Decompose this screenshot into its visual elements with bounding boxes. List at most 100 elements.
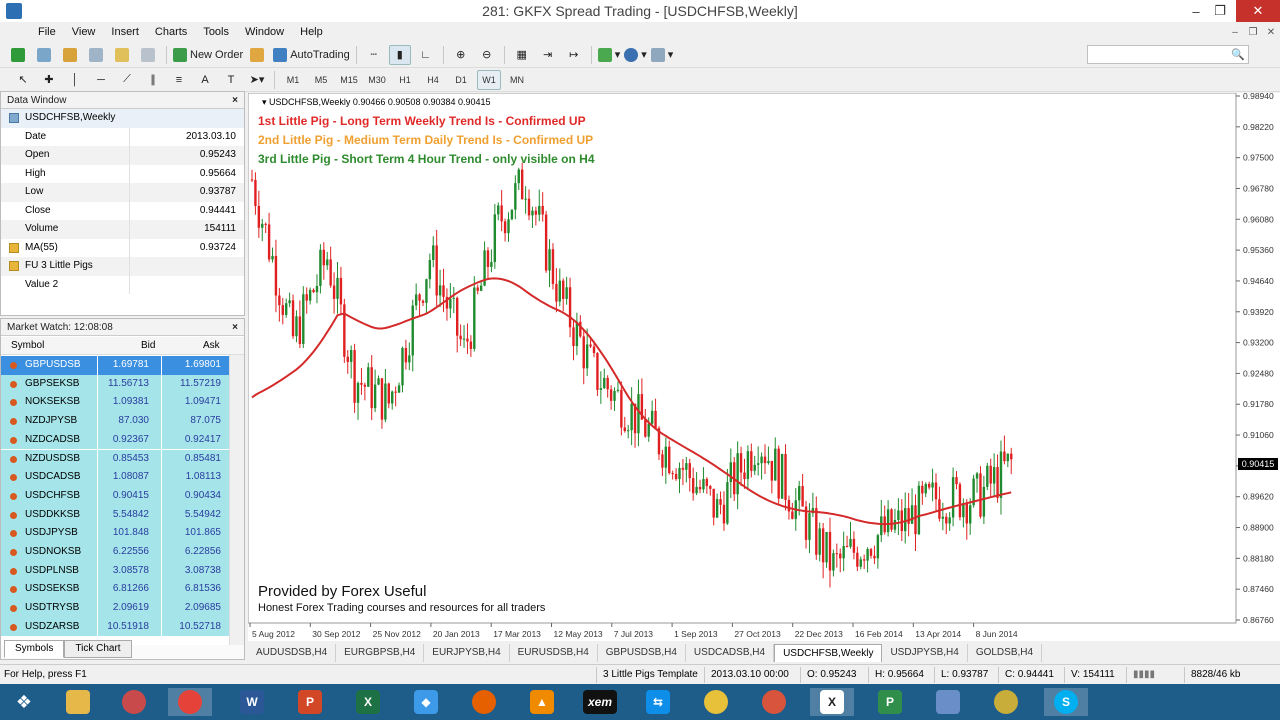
- paint-icon[interactable]: [112, 688, 156, 716]
- chart-tab[interactable]: GOLDSB,H4: [968, 643, 1043, 662]
- excel-icon[interactable]: X: [346, 688, 390, 716]
- timeframe-m15[interactable]: M15: [337, 70, 361, 90]
- market-watch-row[interactable]: USDCHFSB 0.90415 0.90434: [1, 486, 229, 506]
- xem-icon[interactable]: xem: [578, 688, 622, 716]
- channel-icon[interactable]: ∥: [142, 70, 164, 90]
- horizontal-line-icon[interactable]: ─: [90, 70, 112, 90]
- timeframe-m30[interactable]: M30: [365, 70, 389, 90]
- data-window-button[interactable]: [86, 45, 108, 65]
- market-watch-row[interactable]: NZDCADSB 0.92367 0.92417: [1, 430, 229, 450]
- label-icon[interactable]: T: [220, 70, 242, 90]
- vertical-line-icon[interactable]: │: [64, 70, 86, 90]
- menu-tools[interactable]: Tools: [195, 26, 237, 38]
- market-watch-scrollbar[interactable]: [229, 355, 244, 645]
- column-ask[interactable]: Ask: [203, 337, 220, 355]
- market-watch-row[interactable]: GBPSEKSB 11.56713 11.57219: [1, 374, 229, 394]
- timeframe-h4[interactable]: H4: [421, 70, 445, 90]
- chart-tab[interactable]: USDJPYSB,H4: [882, 643, 968, 662]
- zoom-out-icon[interactable]: ⊖: [476, 45, 498, 65]
- zoom-in-icon[interactable]: ⊕: [450, 45, 472, 65]
- crosshair-icon[interactable]: ✚: [38, 70, 60, 90]
- chart-tab[interactable]: GBPUSDSB,H4: [598, 643, 686, 662]
- chart-tab[interactable]: EURUSDSB,H4: [510, 643, 598, 662]
- inner-close-button[interactable]: ✕: [1262, 24, 1280, 40]
- market-watch-row[interactable]: USDNOKSB 6.22556 6.22856: [1, 543, 229, 562]
- new-order-button[interactable]: New Order: [173, 45, 243, 65]
- new-chart-button[interactable]: [8, 45, 30, 65]
- firefox-icon[interactable]: [462, 688, 506, 716]
- column-bid[interactable]: Bid: [141, 337, 155, 355]
- chart-tab-active[interactable]: USDCHFSB,Weekly: [774, 643, 883, 662]
- timeframe-d1[interactable]: D1: [449, 70, 473, 90]
- column-symbol[interactable]: Symbol: [11, 337, 44, 355]
- chart-shift-button[interactable]: ↦: [563, 45, 585, 65]
- vlc-icon[interactable]: ▲: [520, 688, 564, 716]
- price-chart[interactable]: 0.98940 0.98220 0.97500 0.96780 0.96080 0.953…: [248, 93, 1280, 641]
- market-watch-row[interactable]: USDPLNSB 3.08578 3.08738: [1, 561, 229, 581]
- skype-icon[interactable]: S: [1044, 688, 1088, 716]
- menu-file[interactable]: File: [30, 26, 64, 38]
- market-watch-row[interactable]: NZDUSDSB 0.85453 0.85481: [1, 449, 229, 469]
- restore-button[interactable]: ❐: [1206, 0, 1234, 22]
- candlestick-button[interactable]: ▮: [388, 44, 411, 65]
- templates-button[interactable]: ▾: [650, 45, 673, 65]
- terminal-button[interactable]: [138, 45, 160, 65]
- start-icon[interactable]: ❖: [2, 688, 46, 716]
- timeframe-w1[interactable]: W1: [477, 69, 501, 90]
- bar-chart-button[interactable]: ┄: [363, 45, 385, 65]
- chart-tab[interactable]: USDCADSB,H4: [686, 643, 775, 662]
- cursor-icon[interactable]: ↖: [12, 70, 34, 90]
- text-icon[interactable]: A: [194, 70, 216, 90]
- market-watch-row[interactable]: USDDKKSB 5.54842 5.54942: [1, 505, 229, 525]
- navigator-button[interactable]: [112, 45, 134, 65]
- chrome-icon[interactable]: [168, 688, 212, 716]
- menu-help[interactable]: Help: [292, 26, 331, 38]
- dropbox-icon[interactable]: ◆: [404, 688, 448, 716]
- powerpoint-icon[interactable]: P: [288, 688, 332, 716]
- menu-view[interactable]: View: [64, 26, 104, 38]
- menu-insert[interactable]: Insert: [103, 26, 147, 38]
- network-icon[interactable]: [926, 688, 970, 716]
- arrows-icon[interactable]: ➤▾: [246, 70, 268, 90]
- close-icon[interactable]: ×: [232, 319, 238, 336]
- market-watch-row[interactable]: USDJPYSB 101.848 101.865: [1, 524, 229, 543]
- auto-scroll-button[interactable]: ⇥: [537, 45, 559, 65]
- pdf-icon[interactable]: P: [868, 688, 912, 716]
- market-watch-row[interactable]: NZDJPYSB 87.030 87.075: [1, 412, 229, 431]
- timeframe-h1[interactable]: H1: [393, 70, 417, 90]
- word-icon[interactable]: W: [230, 688, 274, 716]
- timeframe-mn[interactable]: MN: [505, 70, 529, 90]
- xtrade-icon[interactable]: X: [810, 688, 854, 716]
- chrome2-icon[interactable]: [752, 688, 796, 716]
- fibonacci-icon[interactable]: ≡: [168, 70, 190, 90]
- inner-minimize-button[interactable]: –: [1226, 24, 1244, 40]
- search-icon[interactable]: 🔍: [1231, 48, 1245, 61]
- menu-window[interactable]: Window: [237, 26, 292, 38]
- market-watch-row[interactable]: GBPUSDSB 1.69781 1.69801: [1, 356, 229, 375]
- market-watch-row[interactable]: USDCADSB 1.08087 1.08113: [1, 468, 229, 487]
- trendline-icon[interactable]: ⟋: [116, 70, 138, 90]
- audio-icon[interactable]: [694, 688, 738, 716]
- tab-tick-chart[interactable]: Tick Chart: [64, 640, 132, 658]
- inner-restore-button[interactable]: ❐: [1244, 24, 1262, 40]
- timeframe-m5[interactable]: M5: [309, 70, 333, 90]
- profiles-button[interactable]: [34, 45, 56, 65]
- tile-windows-button[interactable]: ▦: [511, 45, 533, 65]
- market-watch-button[interactable]: [60, 45, 82, 65]
- market-watch-row[interactable]: USDTRYSB 2.09619 2.09685: [1, 599, 229, 618]
- tab-symbols[interactable]: Symbols: [4, 640, 65, 658]
- meta-editor-button[interactable]: [247, 45, 269, 65]
- teamviewer-icon[interactable]: ⇆: [636, 688, 680, 716]
- market-watch-row[interactable]: NOKSEKSB 1.09381 1.09471: [1, 393, 229, 413]
- market-watch-row[interactable]: USDZARSB 10.51918 10.52718: [1, 617, 229, 637]
- auto-trading-button[interactable]: AutoTrading: [273, 45, 350, 65]
- close-button[interactable]: ✕: [1236, 0, 1280, 22]
- timeframe-m1[interactable]: M1: [281, 70, 305, 90]
- market-watch-row[interactable]: USDSEKSB 6.81266 6.81536: [1, 580, 229, 600]
- indicators-button[interactable]: ▾: [597, 45, 620, 65]
- close-icon[interactable]: ×: [232, 92, 238, 109]
- chart-tab[interactable]: EURGBPSB,H4: [336, 643, 425, 662]
- explorer-icon[interactable]: [56, 688, 100, 716]
- chart-tab[interactable]: AUDUSDSB,H4: [248, 643, 337, 662]
- menu-charts[interactable]: Charts: [147, 26, 195, 38]
